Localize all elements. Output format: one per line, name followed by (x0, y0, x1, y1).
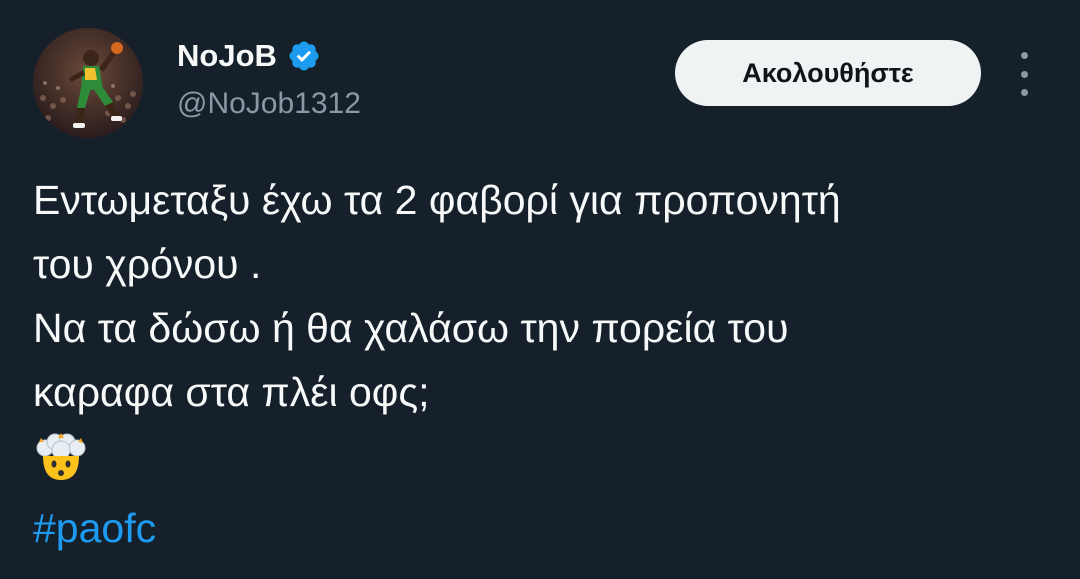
tweet-line: Να τα δώσω ή θα χαλάσω την πορεία του (33, 305, 789, 351)
avatar[interactable] (33, 28, 143, 138)
exploding-head-icon (36, 433, 86, 480)
more-dot (1020, 70, 1028, 78)
display-name-row: NoJoB (177, 36, 321, 76)
display-name[interactable]: NoJoB (177, 36, 277, 76)
follow-button[interactable]: Ακολουθήστε (675, 40, 981, 106)
tweet-line: καραφα στα πλέι οφς; (33, 369, 430, 415)
tweet-line: του χρόνου . (33, 241, 262, 287)
user-handle[interactable]: @NoJob1312 (177, 84, 361, 124)
avatar-image (33, 28, 143, 138)
tweet-card: NoJoB @NoJob1312 Ακολουθήστε Εντωμεταξυ … (0, 0, 1080, 579)
tweet-line: Εντωμεταξυ έχω τα 2 φαβορί για προπονητή (33, 177, 841, 223)
more-options-icon[interactable] (1010, 52, 1038, 96)
verified-badge-icon (289, 41, 319, 71)
more-dot (1020, 52, 1028, 59)
tweet-text: Εντωμεταξυ έχω τα 2 φαβορί για προπονητή… (33, 168, 1053, 560)
hashtag-link[interactable]: #paofc (33, 496, 1053, 560)
exploding-head-emoji (33, 432, 1053, 496)
more-dot (1020, 89, 1028, 96)
